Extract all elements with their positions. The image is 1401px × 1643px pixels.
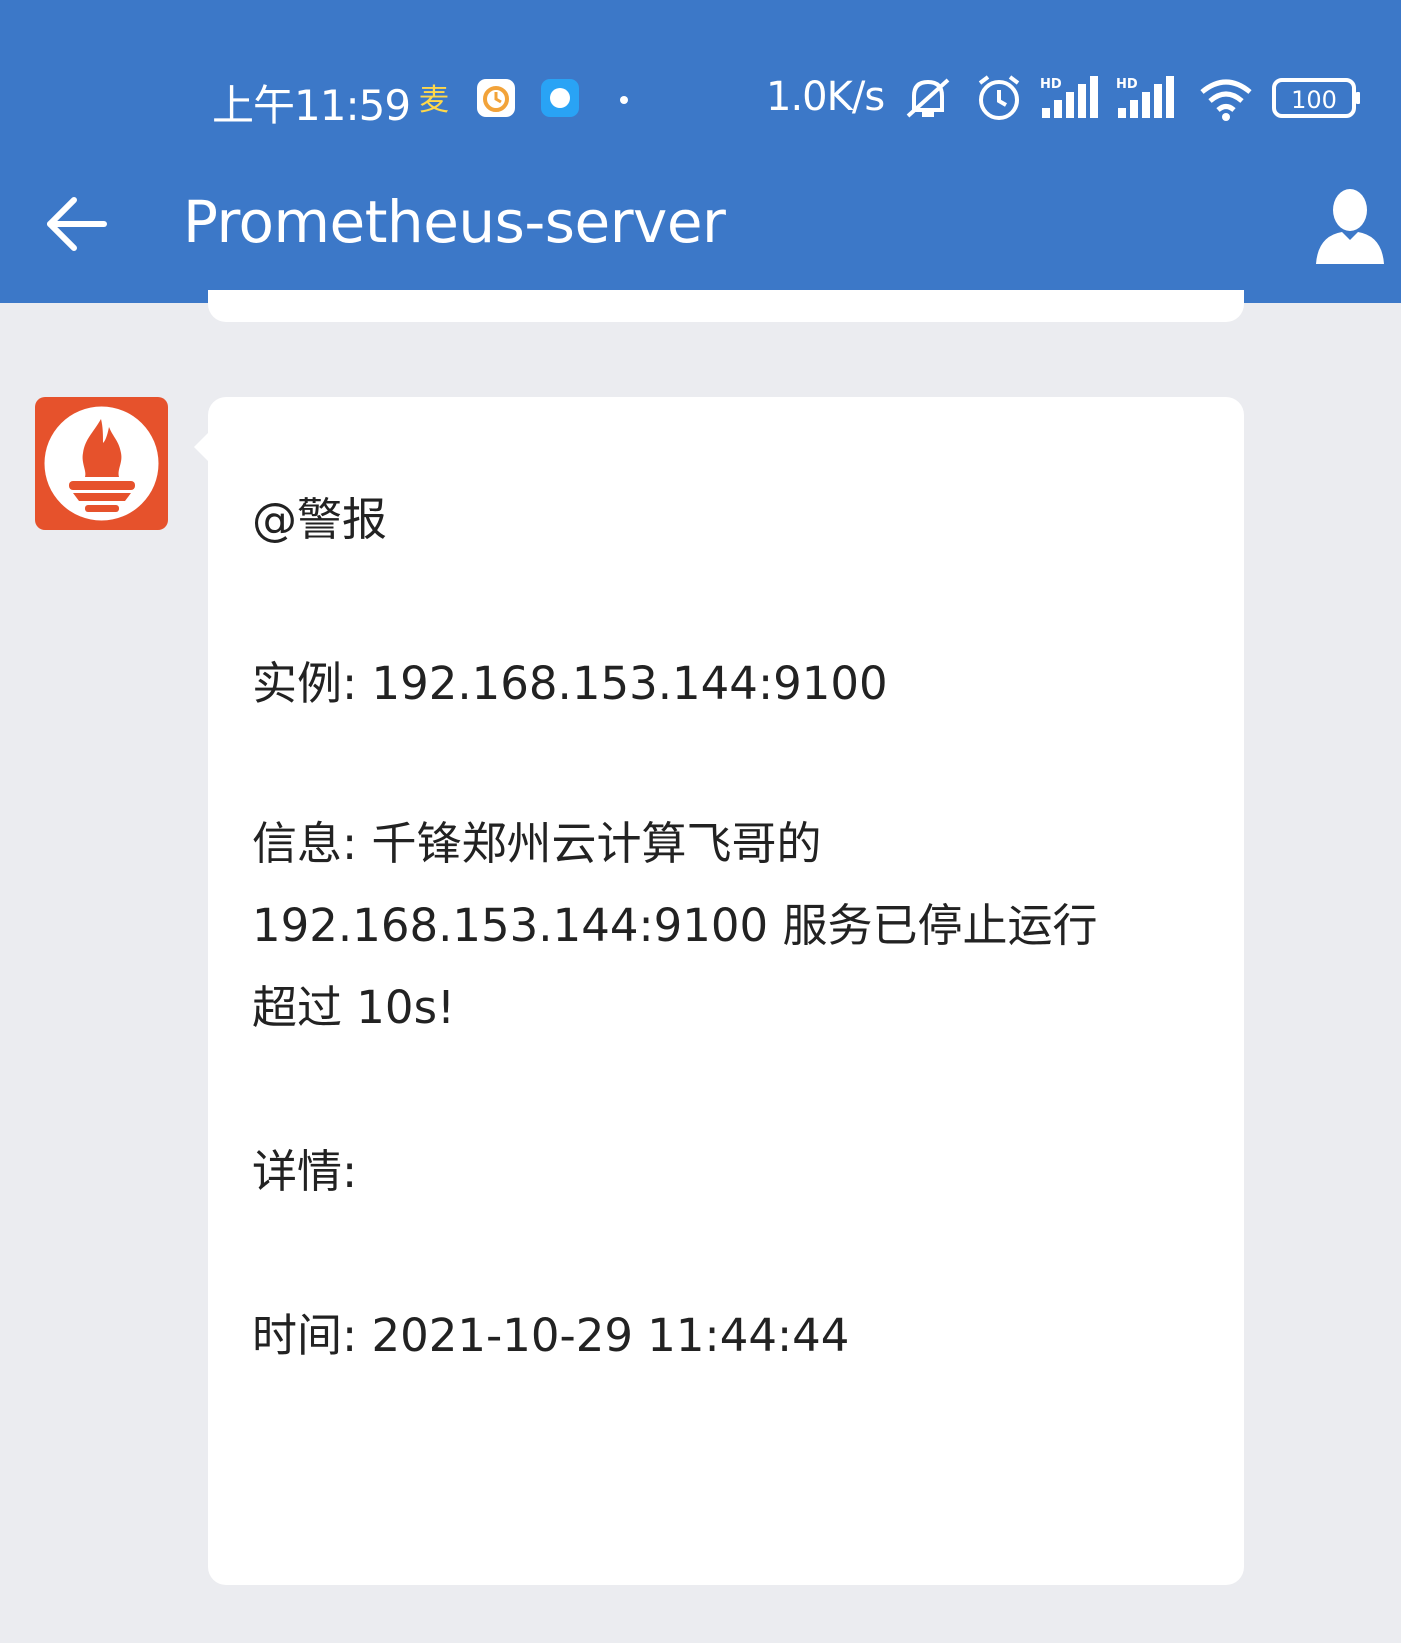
chat-app-icon xyxy=(540,78,580,118)
clock-app-icon xyxy=(476,78,516,118)
app-top-bar: 上午11:59 麦 1.0K/s HD HD 100 Prometheus-se… xyxy=(0,0,1401,303)
message-time: 时间: 2021-10-29 11:44:44 xyxy=(252,1309,850,1362)
chat-title: Prometheus-server xyxy=(183,188,726,256)
message-mention: @警报 xyxy=(252,493,388,546)
previous-message-bubble xyxy=(208,290,1244,322)
message-bubble[interactable]: @警报 实例: 192.168.153.144:9100 信息: 千锋郑州云计算… xyxy=(194,397,1244,1585)
mute-icon xyxy=(900,74,956,126)
arrow-left-icon[interactable] xyxy=(44,192,108,256)
message-info-line-1: 信息: 千锋郑州云计算飞哥的 xyxy=(252,817,822,870)
svg-text:HD: HD xyxy=(1040,77,1062,92)
app-notification-icon: 麦 xyxy=(414,78,454,118)
signal-hd-icon: HD xyxy=(1038,74,1102,126)
status-time: 上午11:59 xyxy=(212,81,411,130)
status-bar: 上午11:59 麦 1.0K/s HD HD 100 xyxy=(0,60,1401,140)
message-info-line-2: 192.168.153.144:9100 服务已停止运行 xyxy=(252,899,1098,952)
network-speed: 1.0K/s xyxy=(766,74,885,120)
status-dot xyxy=(620,96,628,104)
wifi-icon xyxy=(1198,74,1254,126)
svg-text:HD: HD xyxy=(1116,77,1138,92)
bubble-tail xyxy=(194,433,208,461)
svg-text:麦: 麦 xyxy=(419,83,449,118)
battery-icon: 100 xyxy=(1272,74,1362,126)
message-info-line-3: 超过 10s! xyxy=(252,981,456,1034)
alarm-icon xyxy=(974,74,1024,126)
prometheus-logo-avatar[interactable] xyxy=(35,397,168,530)
person-icon[interactable] xyxy=(1312,186,1388,266)
signal-hd-icon: HD xyxy=(1114,74,1178,126)
message-details: 详情: xyxy=(252,1145,358,1198)
chat-header: Prometheus-server xyxy=(0,170,1401,280)
message-instance: 实例: 192.168.153.144:9100 xyxy=(252,657,888,710)
battery-level: 100 xyxy=(1291,86,1337,114)
